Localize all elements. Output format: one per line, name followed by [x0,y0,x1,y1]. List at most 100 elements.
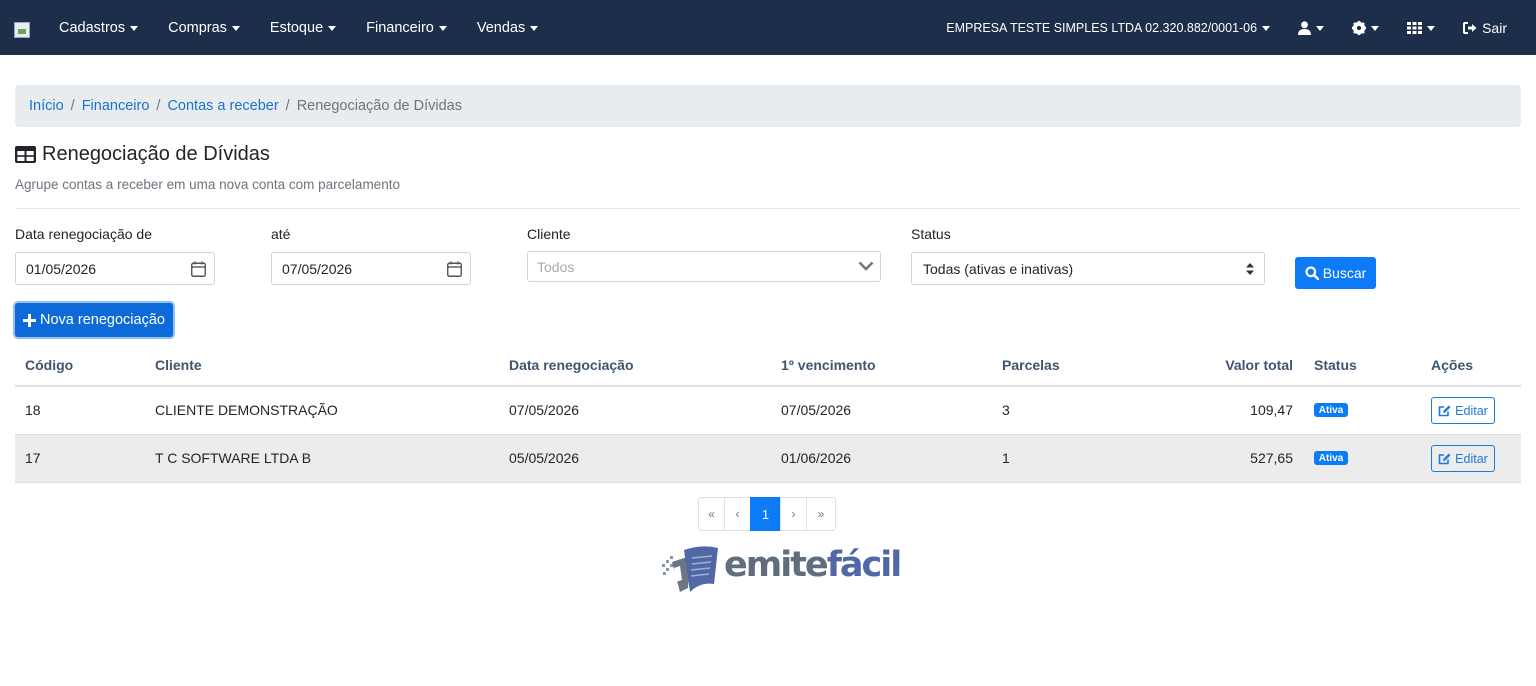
page-current-button[interactable]: 1 [750,497,781,531]
logout-label: Sair [1482,19,1507,36]
renegotiation-table: Código Cliente Data renegociação 1º venc… [15,345,1521,483]
status-select[interactable]: Todas (ativas e inativas) [911,252,1265,285]
calendar-icon[interactable] [447,261,462,277]
edit-button[interactable]: Editar [1431,445,1495,472]
breadcrumb: Início / Financeiro / Contas a receber /… [15,85,1521,127]
status-badge: Ativa [1314,403,1348,417]
page-prev-button[interactable]: ‹ [724,497,751,531]
column-header-data[interactable]: Data renegociação [509,357,634,373]
breadcrumb-contas-receber[interactable]: Contas a receber [167,98,278,114]
breadcrumb-current: Renegociação de Dívidas [296,98,462,114]
cell-cliente: CLIENTE DEMONSTRAÇÃO [155,402,338,418]
table-header: Código Cliente Data renegociação 1º venc… [15,345,1521,387]
navbar-right: EMPRESA TESTE SIMPLES LTDA 02.320.882/00… [946,0,1536,55]
table-row[interactable]: 18 CLIENTE DEMONSTRAÇÃO 07/05/2026 07/05… [15,387,1521,435]
search-button[interactable]: Buscar [1295,257,1376,289]
menu-vendas[interactable]: Vendas [477,20,539,36]
edit-icon [1438,453,1451,464]
company-name: EMPRESA TESTE SIMPLES LTDA 02.320.882/00… [946,20,1258,35]
cell-vencimento: 07/05/2026 [781,402,852,418]
date-to-label: até [271,226,291,242]
edit-button-label: Editar [1455,403,1488,418]
client-placeholder: Todos [537,258,575,275]
menu-financeiro[interactable]: Financeiro [366,20,447,36]
gear-icon [1352,20,1367,35]
column-header-codigo[interactable]: Código [25,357,73,373]
breadcrumb-financeiro[interactable]: Financeiro [82,98,150,114]
client-label: Cliente [527,226,571,242]
column-header-status[interactable]: Status [1314,357,1357,373]
settings-menu[interactable] [1352,20,1380,35]
menu-label: Compras [168,19,227,36]
column-header-parcelas[interactable]: Parcelas [1002,357,1060,373]
caret-down-icon [130,25,139,31]
date-to-input[interactable]: 07/05/2026 [271,252,471,285]
cell-codigo: 18 [25,402,41,418]
page-last-button[interactable]: » [806,497,836,531]
cell-data: 07/05/2026 [509,402,580,418]
page-first-button[interactable]: « [698,497,725,531]
date-from-value: 01/05/2026 [26,260,97,277]
pagination: « ‹ 1 › » [698,497,836,531]
emitefacil-logo: emitefácil [660,542,903,594]
apps-menu[interactable] [1407,21,1436,34]
search-button-label: Buscar [1322,265,1367,281]
main-menu: Cadastros Compras Estoque Financeiro Ven… [59,0,568,55]
sign-out-icon [1463,21,1477,34]
caret-down-icon [438,25,447,31]
chevron-down-icon [858,261,874,271]
logo-text-facil: fácil [826,545,903,585]
page-title: Renegociação de Dívidas [15,143,270,166]
column-header-acoes: Ações [1431,357,1474,373]
page-next-button[interactable]: › [780,497,807,531]
divider [15,208,1521,209]
breadcrumb-separator: / [70,98,75,114]
company-selector[interactable]: EMPRESA TESTE SIMPLES LTDA 02.320.882/00… [946,20,1271,35]
menu-label: Estoque [269,19,324,36]
edit-button-label: Editar [1455,451,1488,466]
brand-logo-image[interactable] [14,22,30,38]
menu-estoque[interactable]: Estoque [269,19,337,36]
table-icon [15,146,36,163]
menu-label: Cadastros [59,19,126,36]
logout-button[interactable]: Sair [1463,20,1507,36]
table-row[interactable]: 17 T C SOFTWARE LTDA B 05/05/2026 01/06/… [15,435,1521,483]
caret-down-icon [1371,25,1380,31]
column-header-cliente[interactable]: Cliente [155,357,202,373]
cell-parcelas: 1 [1002,450,1010,466]
search-icon [1305,266,1319,280]
cell-data: 05/05/2026 [509,450,580,466]
page-subtitle: Agrupe contas a receber em uma nova cont… [15,177,400,192]
document-logo-icon [662,546,718,592]
new-renegotiation-button[interactable]: Nova renegociação [15,303,173,337]
logo-text: emitefácil [724,545,903,585]
menu-label: Financeiro [366,19,434,36]
status-badge: Ativa [1314,451,1348,465]
caret-down-icon [530,25,539,31]
column-header-vencimento[interactable]: 1º vencimento [781,357,876,373]
menu-cadastros[interactable]: Cadastros [59,19,139,36]
logo-text-emite: emite [724,545,829,585]
user-menu[interactable] [1298,20,1325,35]
date-from-input[interactable]: 01/05/2026 [15,252,215,285]
breadcrumb-inicio[interactable]: Início [29,98,64,114]
grid-icon [1407,21,1423,34]
user-icon [1298,20,1312,35]
caret-down-icon [1427,25,1436,31]
breadcrumb-separator: / [285,98,290,114]
cell-codigo: 17 [25,450,41,466]
edit-button[interactable]: Editar [1431,397,1495,424]
cell-cliente: T C SOFTWARE LTDA B [155,450,312,466]
cell-vencimento: 01/06/2026 [781,450,852,466]
menu-compras[interactable]: Compras [168,20,240,36]
calendar-icon[interactable] [191,261,206,277]
breadcrumb-separator: / [156,98,161,114]
cell-valor: 109,47 [1250,402,1293,418]
cell-valor: 527,65 [1250,450,1293,466]
status-label: Status [911,226,951,242]
caret-down-icon [1262,25,1271,31]
client-select[interactable]: Todos [527,251,881,282]
column-header-valor[interactable]: Valor total [1225,357,1293,373]
top-navbar: Cadastros Compras Estoque Financeiro Ven… [0,0,1536,55]
new-button-label: Nova renegociação [40,312,165,328]
